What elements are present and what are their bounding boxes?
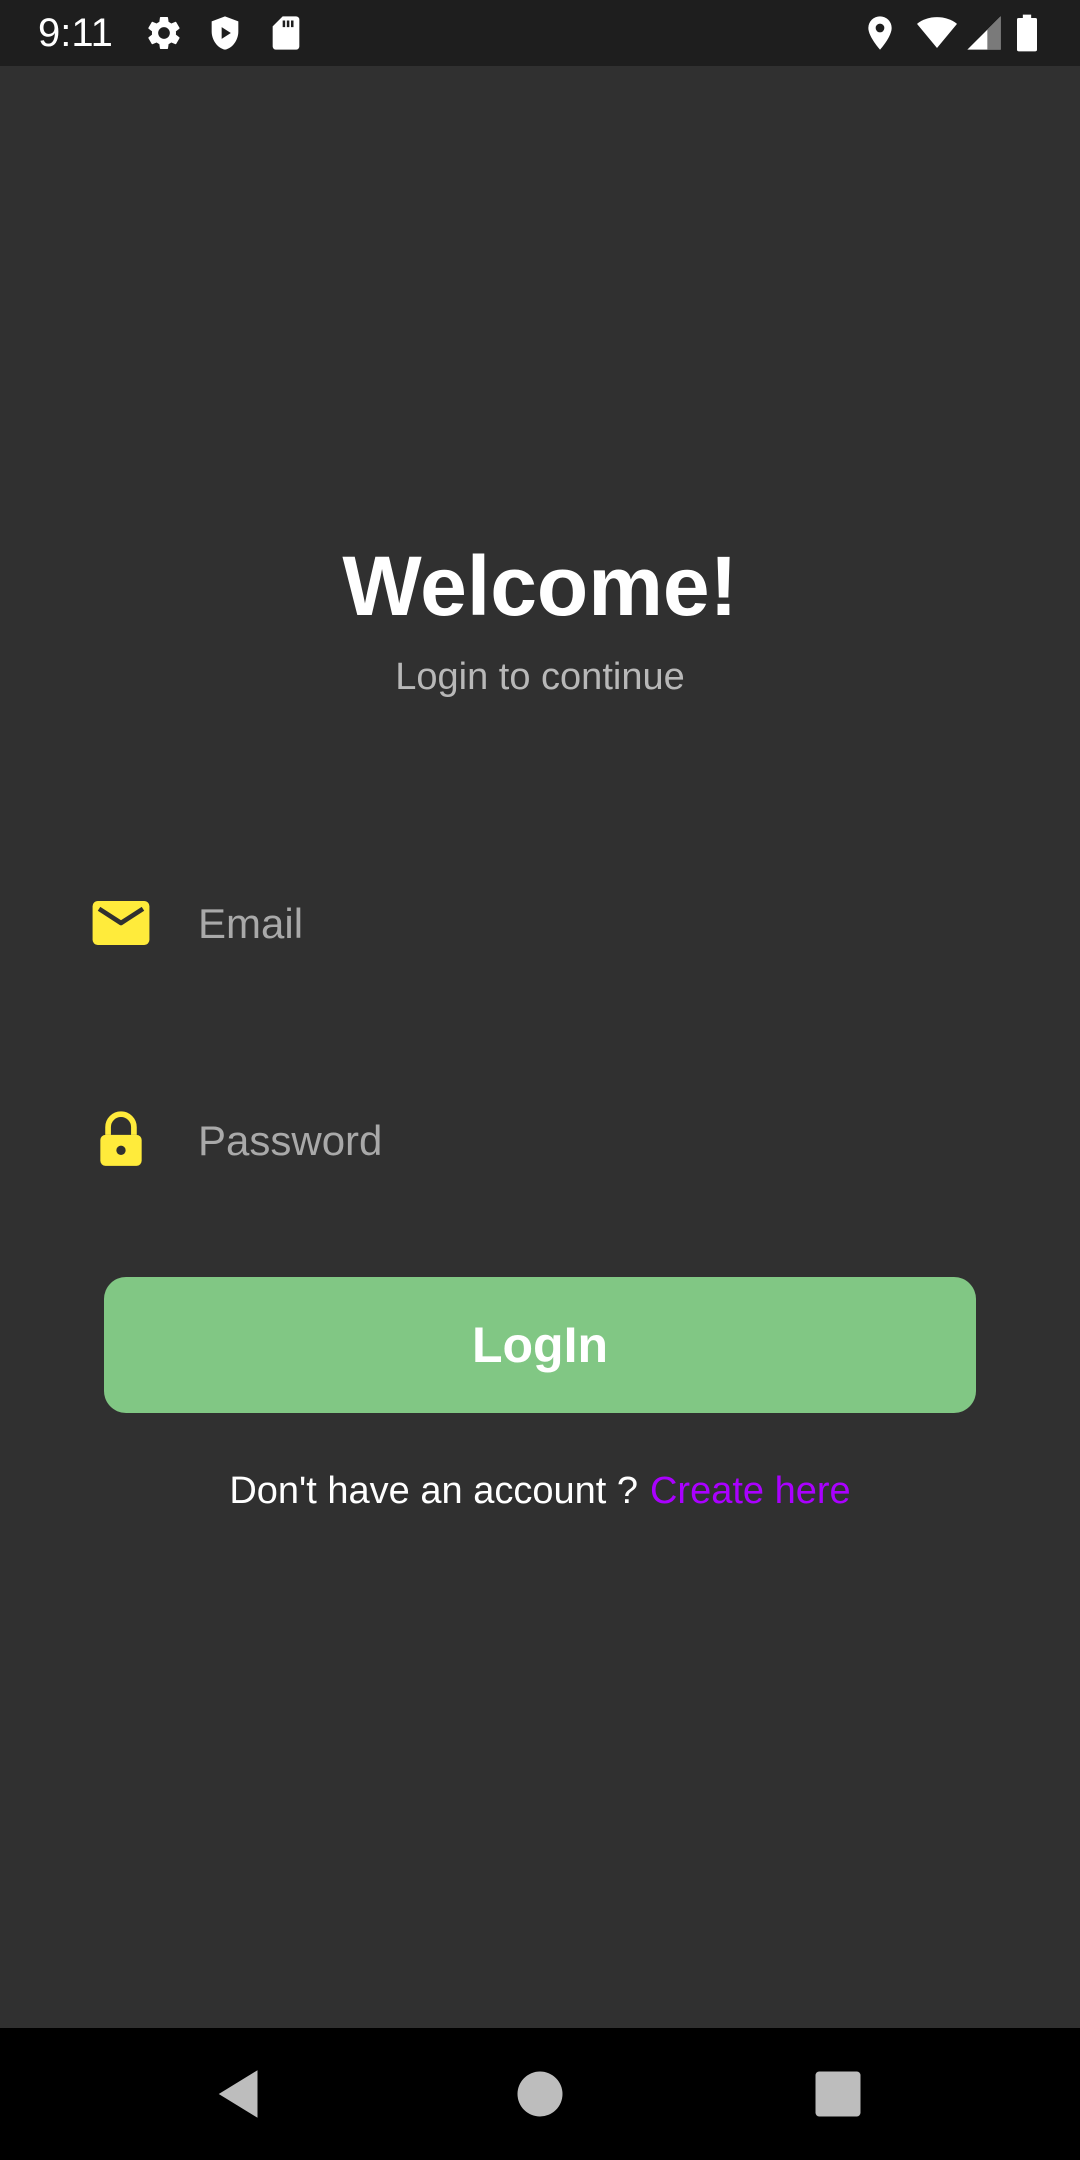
- login-button[interactable]: LogIn: [104, 1277, 976, 1413]
- sd-card-icon: [266, 13, 306, 53]
- password-input[interactable]: [198, 1099, 978, 1183]
- signup-row: Don't have an account ? Create here: [0, 1466, 1080, 1516]
- password-field-row: [90, 1099, 990, 1189]
- email-input[interactable]: [198, 882, 978, 966]
- create-account-link[interactable]: Create here: [650, 1470, 851, 1512]
- gear-icon: [144, 13, 184, 53]
- login-subtitle: Login to continue: [395, 656, 685, 698]
- cell-signal-icon: [964, 13, 1004, 53]
- back-icon[interactable]: [210, 2064, 270, 2124]
- location-icon: [860, 13, 900, 53]
- home-icon[interactable]: [510, 2064, 570, 2124]
- wifi-icon: [914, 13, 960, 53]
- mail-icon: [90, 892, 152, 954]
- lock-icon: [90, 1109, 152, 1171]
- email-field-row: [90, 882, 990, 972]
- status-time: 9:11: [38, 11, 113, 55]
- welcome-title: Welcome!: [342, 539, 738, 633]
- shield-icon: [205, 13, 245, 53]
- login-screen: 9:11 Welcome! Login to continue Email Lo…: [0, 0, 1080, 2160]
- signup-prompt: Don't have an account ?: [229, 1470, 638, 1512]
- recents-icon[interactable]: [808, 2064, 868, 2124]
- navigation-bar: [0, 2028, 1080, 2160]
- status-bar: 9:11: [0, 0, 1080, 66]
- battery-icon: [1012, 13, 1042, 53]
